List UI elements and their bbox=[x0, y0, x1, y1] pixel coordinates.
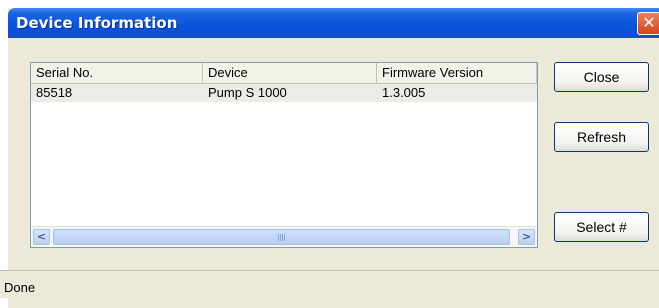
window-title: Device Information bbox=[16, 14, 178, 32]
horizontal-scrollbar[interactable]: < > bbox=[31, 226, 537, 247]
cell-serial: 85518 bbox=[36, 85, 73, 100]
scroll-right-icon[interactable]: > bbox=[518, 229, 535, 245]
column-header-serial[interactable]: Serial No. bbox=[31, 63, 203, 83]
status-text: Done bbox=[4, 280, 36, 295]
scroll-left-icon[interactable]: < bbox=[33, 229, 50, 245]
close-button[interactable]: Close bbox=[554, 62, 649, 92]
list-header: Serial No. Device Firmware Version bbox=[31, 63, 537, 84]
column-header-firmware[interactable]: Firmware Version bbox=[377, 63, 537, 83]
device-information-window: Device Information ✕ Serial No. Device F… bbox=[8, 8, 659, 308]
title-bar[interactable]: Device Information ✕ bbox=[8, 8, 659, 38]
table-row[interactable]: 85518 Pump S 1000 1.3.005 bbox=[31, 84, 537, 102]
cell-device: Pump S 1000 bbox=[208, 85, 287, 100]
status-bar: Done bbox=[0, 270, 659, 298]
scroll-thumb[interactable] bbox=[53, 229, 510, 245]
select-button[interactable]: Select # bbox=[554, 212, 649, 242]
close-icon[interactable]: ✕ bbox=[637, 12, 659, 35]
cell-firmware: 1.3.005 bbox=[382, 85, 426, 100]
column-header-device[interactable]: Device bbox=[203, 63, 377, 83]
refresh-button[interactable]: Refresh bbox=[554, 122, 649, 152]
device-list[interactable]: Serial No. Device Firmware Version 85518… bbox=[30, 62, 538, 248]
grip-icon bbox=[277, 234, 286, 241]
